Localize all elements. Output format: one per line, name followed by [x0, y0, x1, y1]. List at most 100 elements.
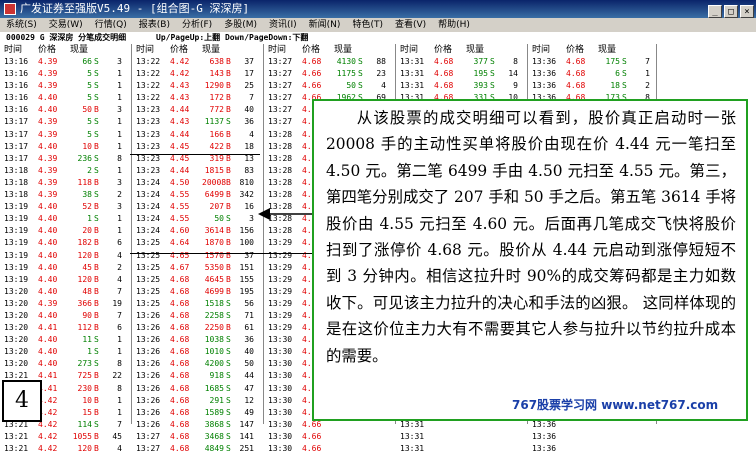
- tick-volume: 1137: [204, 117, 224, 127]
- tick-count: 6: [117, 238, 122, 248]
- menu-item[interactable]: 查看(V): [389, 18, 432, 32]
- menu-item[interactable]: 行情(Q): [89, 18, 133, 32]
- tick-time: 13:26: [136, 347, 161, 357]
- menu-item[interactable]: 新闻(N): [303, 18, 347, 32]
- tick-volume: 725: [77, 371, 92, 381]
- menu-item[interactable]: 帮助(H): [432, 18, 476, 32]
- tick-count: 3: [117, 202, 122, 212]
- tick-row: 13:19 4.40 45 B 2: [0, 262, 131, 274]
- tick-volume: 10: [82, 141, 92, 151]
- tick-time: 13:30: [268, 383, 293, 393]
- watermark: 767股票学习网 www.net767.com: [512, 398, 719, 412]
- tick-volume: 90: [82, 310, 92, 320]
- tick-time: 13:20: [4, 310, 29, 320]
- tick-row: 13:18 4.39 118 B 3: [0, 177, 131, 189]
- tick-time: 13:36: [532, 57, 557, 66]
- tick-column: 时间 价格 现量 13:22 4.42 638 B 37 13:22 4.42 143 B 17 13:2…: [132, 44, 264, 453]
- tick-time: 13:20: [4, 323, 29, 333]
- tick-row: 13:18 4.39 38 S 2: [0, 189, 131, 201]
- tick-time: 13:36: [532, 431, 557, 441]
- menu-item[interactable]: 资讯(I): [263, 18, 303, 32]
- close-button[interactable]: ×: [740, 5, 754, 18]
- tick-price: 4.66: [302, 69, 322, 79]
- tick-row: 13:23 4.44 1815 B 83: [132, 165, 263, 177]
- menu-item[interactable]: 多股(M): [218, 18, 263, 32]
- tick-direction: S: [622, 81, 627, 91]
- tick-direction: S: [94, 153, 99, 163]
- tick-volume: 230: [77, 383, 92, 393]
- tick-volume: 20: [82, 226, 92, 236]
- tick-time: 13:26: [136, 383, 161, 393]
- tick-direction: B: [94, 298, 99, 308]
- tick-time: 13:30: [268, 407, 293, 417]
- tick-time: 13:21: [4, 444, 29, 453]
- tick-time: 13:30: [268, 359, 293, 369]
- menu-item[interactable]: 报表(B): [133, 18, 176, 32]
- tick-row: 13:24 4.55 207 B 16: [132, 201, 263, 213]
- tick-volume: 4200: [204, 359, 224, 369]
- menu-item[interactable]: 交易(W): [43, 18, 89, 32]
- header-price: 价格: [170, 45, 189, 55]
- tick-price: 4.68: [566, 81, 586, 91]
- tick-volume: 422: [209, 141, 224, 151]
- tick-volume: 393: [473, 81, 488, 91]
- tick-time: 13:27: [268, 93, 293, 103]
- tick-count: 25: [244, 81, 254, 91]
- tick-price: 4.40: [38, 105, 58, 115]
- tick-time: 13:27: [268, 57, 293, 66]
- tick-volume: 5: [87, 69, 92, 79]
- tick-time: 13:21: [4, 431, 29, 441]
- menu-item[interactable]: 分析(F): [176, 18, 218, 32]
- tick-count: 3: [249, 214, 254, 224]
- tick-price: 4.68: [434, 81, 454, 91]
- tick-price: 4.40: [38, 238, 58, 248]
- tick-direction: S: [226, 395, 231, 405]
- tick-row: 13:25 4.67 5350 B 151: [132, 262, 263, 274]
- tick-volume: 172: [209, 93, 224, 103]
- tick-count: 8: [117, 383, 122, 393]
- tick-count: 156: [239, 226, 254, 236]
- tick-count: 23: [376, 69, 386, 79]
- tick-price: 4.39: [38, 165, 58, 175]
- column-header: 时间 价格 现量: [264, 44, 395, 56]
- tick-volume: 366: [77, 298, 92, 308]
- tick-direction: B: [226, 57, 231, 66]
- tick-time: 13:31: [400, 431, 425, 441]
- tick-volume: 118: [77, 177, 92, 187]
- tick-count: 17: [244, 69, 254, 79]
- tick-time: 13:26: [136, 323, 161, 333]
- tick-direction: B: [226, 190, 231, 200]
- tick-time: 13:24: [136, 214, 161, 224]
- tick-direction: B: [226, 202, 231, 212]
- menu-item[interactable]: 特色(T): [346, 18, 389, 32]
- tick-count: 88: [376, 57, 386, 66]
- tick-price: 4.66: [302, 444, 322, 453]
- menu-item[interactable]: 系统(S): [0, 18, 43, 32]
- tick-price: 4.44: [170, 165, 190, 175]
- tick-price: 4.68: [434, 57, 454, 66]
- tick-volume: 120: [77, 250, 92, 260]
- tick-row: 13:21 4.42 120 B 4: [0, 443, 131, 455]
- tick-row: 13:26 4.68 1010 S 40: [132, 346, 263, 358]
- tick-volume: 6499: [204, 190, 224, 200]
- tick-row: 13:25 4.68 1518 S 56: [132, 298, 263, 310]
- tick-direction: S: [94, 347, 99, 357]
- tick-price: 4.66: [302, 81, 322, 91]
- tick-time: 13:31: [400, 69, 425, 79]
- tick-row: 13:26 4.68 3868 S 147: [132, 419, 263, 431]
- tick-direction: B: [94, 371, 99, 381]
- maximize-button[interactable]: □: [724, 5, 738, 18]
- tick-time: 13:27: [268, 105, 293, 115]
- tick-price: 4.65: [170, 250, 190, 260]
- tick-time: 13:29: [268, 323, 293, 333]
- highlight-line: [130, 253, 312, 254]
- tick-direction: S: [94, 93, 99, 103]
- tick-count: 4: [117, 274, 122, 284]
- tick-count: 100: [239, 238, 254, 248]
- tick-direction: B: [226, 69, 231, 79]
- tick-volume: 273: [77, 359, 92, 369]
- tick-time: 13:24: [136, 226, 161, 236]
- tick-count: 151: [239, 262, 254, 272]
- tick-price: 4.68: [170, 419, 190, 429]
- minimize-button[interactable]: _: [708, 5, 722, 18]
